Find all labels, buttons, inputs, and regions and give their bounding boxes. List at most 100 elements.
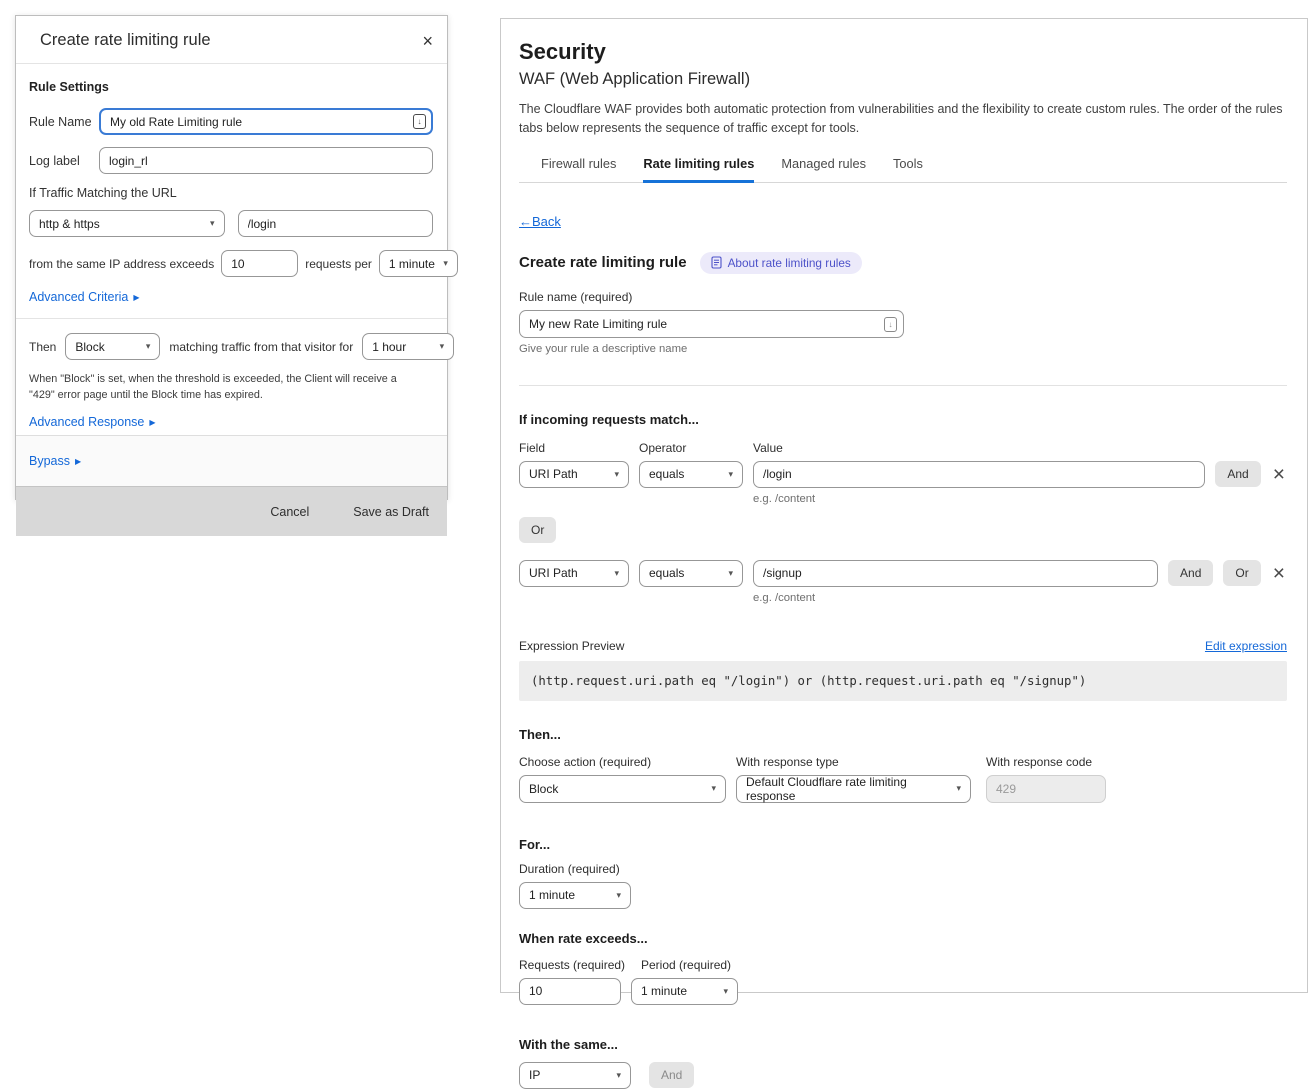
period-select[interactable]: 1 minute ▾ xyxy=(631,978,738,1005)
requests-input[interactable] xyxy=(519,978,621,1005)
operator-select[interactable]: equals ▾ xyxy=(639,461,743,488)
modal-title: Create rate limiting rule xyxy=(40,31,211,50)
autofill-icon[interactable]: ↓ xyxy=(884,317,897,332)
log-label-label: Log label xyxy=(29,154,99,168)
action-label: Choose action (required) xyxy=(519,755,736,769)
action-select[interactable]: Block ▾ xyxy=(65,333,160,360)
chevron-down-icon: ▾ xyxy=(210,218,215,229)
tab-managed-rules[interactable]: Managed rules xyxy=(781,156,866,183)
then-row: Block ▾ Default Cloudflare rate limiting… xyxy=(519,775,1287,803)
about-rate-limiting-badge[interactable]: About rate limiting rules xyxy=(700,252,862,274)
tab-bar: Firewall rules Rate limiting rules Manag… xyxy=(519,156,1287,183)
then-row: Then Block ▾ matching traffic from that … xyxy=(29,333,433,360)
response-type-select[interactable]: Default Cloudflare rate limiting respons… xyxy=(736,775,971,803)
field-select-value: URI Path xyxy=(529,467,578,481)
cancel-button[interactable]: Cancel xyxy=(270,505,309,519)
rate-heading: When rate exceeds... xyxy=(519,931,1287,946)
response-type-label: With response type xyxy=(736,755,986,769)
or-button[interactable]: Or xyxy=(1223,560,1260,586)
divider xyxy=(16,318,447,319)
field-select[interactable]: URI Path ▾ xyxy=(519,560,629,587)
field-select[interactable]: URI Path ▾ xyxy=(519,461,629,488)
chevron-down-icon: ▾ xyxy=(728,568,733,579)
condition-row-2: URI Path ▾ equals ▾ And Or × xyxy=(519,560,1287,587)
bypass-link[interactable]: Bypass ▶ xyxy=(29,454,81,468)
threshold-text-before: from the same IP address exceeds xyxy=(29,257,214,271)
value-column-label: Value xyxy=(753,441,783,455)
response-code-label: With response code xyxy=(986,755,1092,769)
operator-select[interactable]: equals ▾ xyxy=(639,560,743,587)
traffic-matching-heading: If Traffic Matching the URL xyxy=(29,186,433,200)
create-rate-limiting-rule-modal: Create rate limiting rule × Rule Setting… xyxy=(15,15,448,500)
action-select-value: Block xyxy=(529,782,558,796)
chevron-down-icon: ▾ xyxy=(616,890,621,901)
chevron-down-icon: ▾ xyxy=(146,341,151,352)
value-help: e.g. /content xyxy=(753,592,1287,604)
back-link[interactable]: ←Back xyxy=(519,214,561,229)
url-input[interactable] xyxy=(238,210,434,237)
characteristic-select[interactable]: IP ▾ xyxy=(519,1062,631,1089)
block-duration-select[interactable]: 1 hour ▾ xyxy=(362,333,454,360)
modal-header: Create rate limiting rule × xyxy=(16,16,447,64)
chevron-down-icon: ▾ xyxy=(443,258,448,269)
and-button[interactable]: And xyxy=(649,1062,694,1088)
log-label-row: Log label xyxy=(29,147,433,174)
rate-row: 1 minute ▾ xyxy=(519,978,1287,1005)
and-button[interactable]: And xyxy=(1168,560,1213,586)
close-icon[interactable]: × xyxy=(422,32,433,50)
log-label-input[interactable] xyxy=(99,147,433,174)
autofill-arrow-glyph: ↓ xyxy=(418,117,422,126)
chevron-down-icon: ▾ xyxy=(616,1070,621,1081)
autofill-arrow-glyph: ↓ xyxy=(889,320,893,329)
advanced-criteria-link[interactable]: Advanced Criteria ▶ xyxy=(29,290,140,304)
expression-preview-code: (http.request.uri.path eq "/login") or (… xyxy=(519,661,1287,701)
value-input[interactable] xyxy=(753,560,1158,587)
action-select-value: Block xyxy=(75,340,104,354)
scheme-select[interactable]: http & https ▾ xyxy=(29,210,225,237)
tab-rate-limiting-rules[interactable]: Rate limiting rules xyxy=(643,156,754,183)
advanced-response-link[interactable]: Advanced Response ▶ xyxy=(29,415,156,429)
operator-select-value: equals xyxy=(649,566,684,580)
caret-right-icon: ▶ xyxy=(149,418,155,427)
chevron-down-icon: ▾ xyxy=(440,341,445,352)
edit-expression-link[interactable]: Edit expression xyxy=(1205,639,1287,653)
value-input[interactable] xyxy=(753,461,1205,488)
bypass-label: Bypass xyxy=(29,454,70,468)
block-note: When "Block" is set, when the threshold … xyxy=(29,371,415,403)
duration-select[interactable]: 1 minute ▾ xyxy=(519,882,631,909)
chevron-down-icon: ▾ xyxy=(723,986,728,997)
and-button[interactable]: And xyxy=(1215,461,1260,487)
then-column-labels: Choose action (required) With response t… xyxy=(519,755,1287,769)
rule-name-row: Rule Name ↓ xyxy=(29,108,433,135)
tab-firewall-rules[interactable]: Firewall rules xyxy=(541,156,616,183)
arrow-left-icon: ← xyxy=(519,214,532,229)
rule-name-label: Rule Name xyxy=(29,115,99,129)
rule-name-wrap: ↓ xyxy=(519,310,904,338)
save-as-draft-button[interactable]: Save as Draft xyxy=(353,505,429,519)
form-title-row: Create rate limiting rule About rate lim… xyxy=(519,252,1287,274)
back-link-row: ←Back xyxy=(519,213,1287,231)
then-label: Then xyxy=(29,340,56,354)
for-heading: For... xyxy=(519,837,1287,852)
same-heading: With the same... xyxy=(519,1037,1287,1052)
caret-right-icon: ▶ xyxy=(75,457,81,466)
condition-row-1: URI Path ▾ equals ▾ And × xyxy=(519,461,1287,488)
autofill-icon[interactable]: ↓ xyxy=(413,114,426,129)
rule-name-input[interactable] xyxy=(519,310,904,338)
operator-column-label: Operator xyxy=(639,441,743,455)
response-code-input xyxy=(986,775,1106,803)
or-button[interactable]: Or xyxy=(519,517,556,543)
duration-label: Duration (required) xyxy=(519,862,1287,876)
rule-name-help: Give your rule a descriptive name xyxy=(519,343,1287,355)
modal-body: Rule Settings Rule Name ↓ Log label If T… xyxy=(16,64,447,435)
requests-input[interactable] xyxy=(221,250,298,277)
action-select[interactable]: Block ▾ xyxy=(519,775,726,803)
remove-condition-icon[interactable]: × xyxy=(1271,464,1287,485)
expression-preview-row: Expression Preview Edit expression xyxy=(519,639,1287,653)
remove-condition-icon[interactable]: × xyxy=(1271,563,1287,584)
tab-tools[interactable]: Tools xyxy=(893,156,923,183)
threshold-row: from the same IP address exceeds request… xyxy=(29,250,433,277)
divider xyxy=(519,385,1287,386)
rule-name-input[interactable] xyxy=(99,108,433,135)
period-select[interactable]: 1 minute ▾ xyxy=(379,250,458,277)
